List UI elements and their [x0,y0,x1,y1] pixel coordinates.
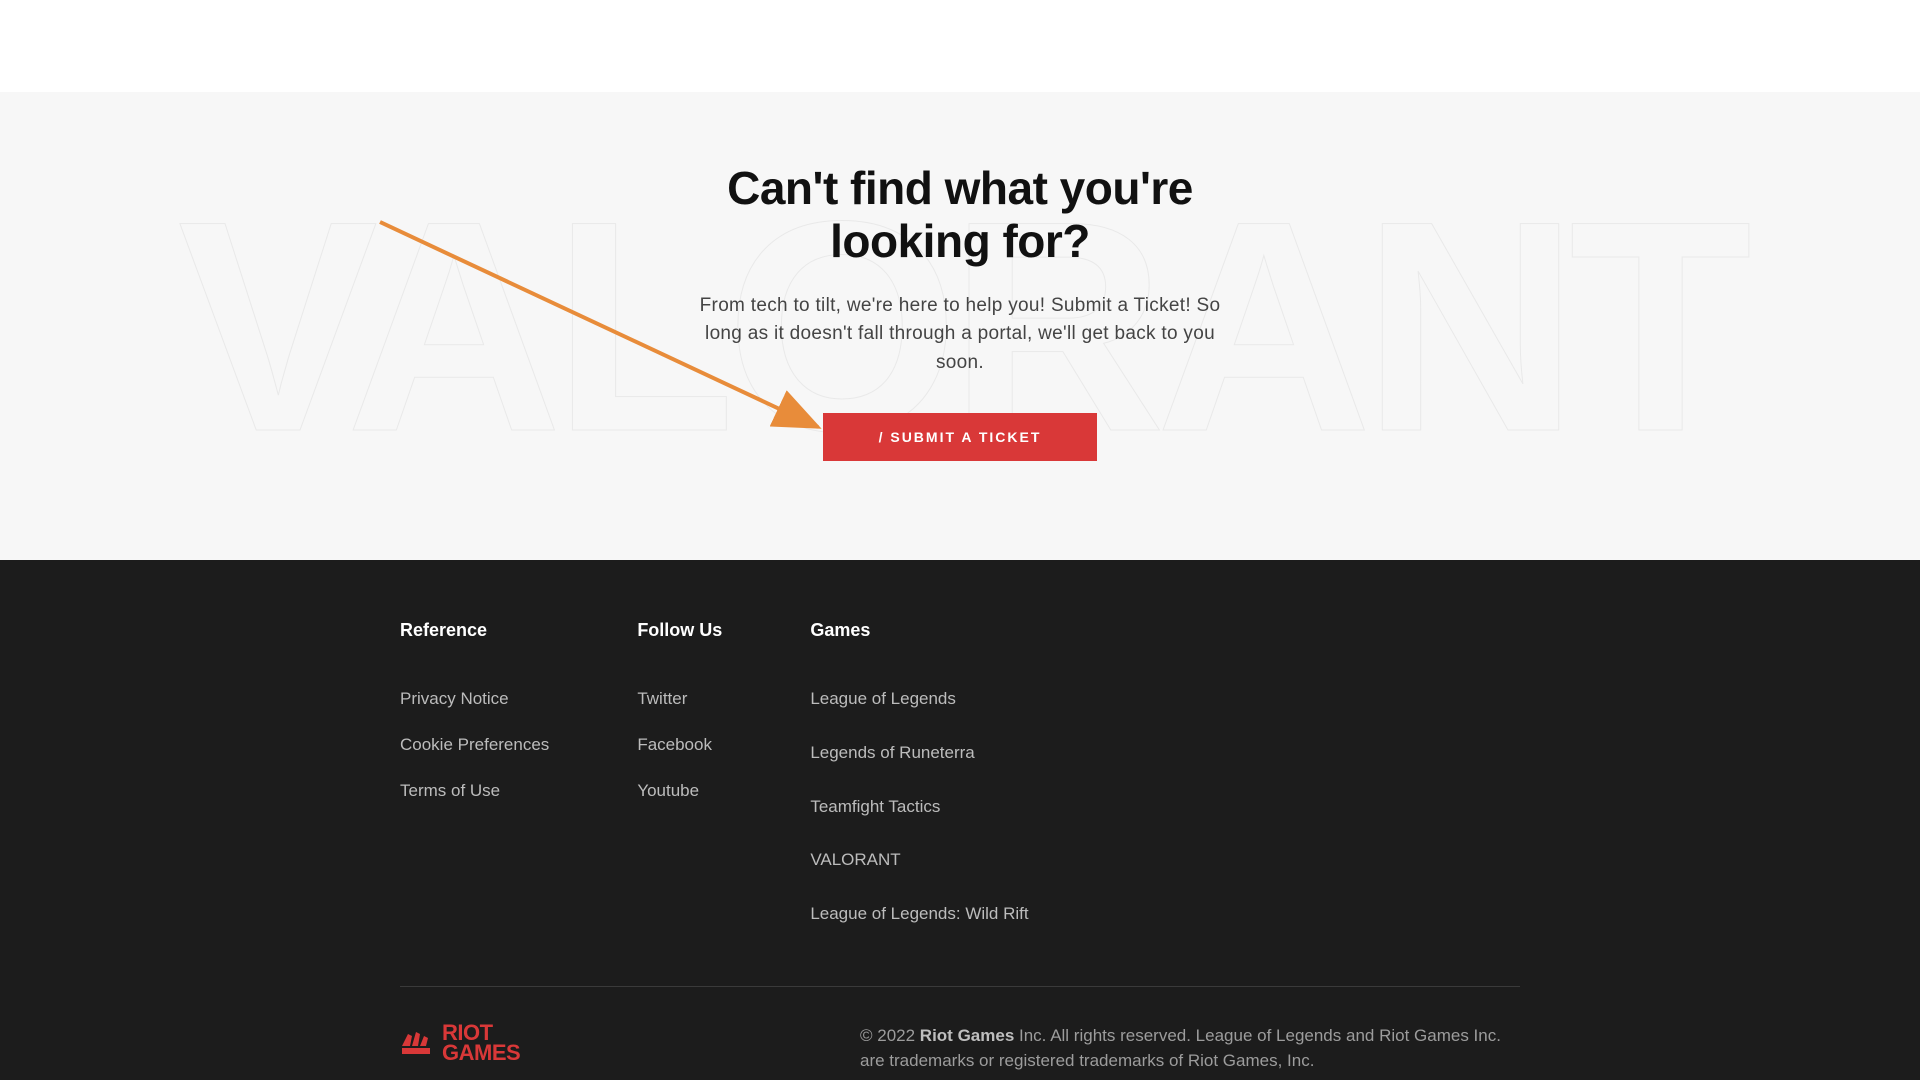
footer-col-title: Games [810,620,1028,641]
footer-link-cookie-preferences[interactable]: Cookie Preferences [400,733,549,757]
footer-link-facebook[interactable]: Facebook [637,733,722,757]
footer-bottom: RIOT GAMES © 2022 Riot Games Inc. All ri… [400,987,1520,1074]
riot-logo-line2: GAMES [442,1043,520,1063]
footer-link-youtube[interactable]: Youtube [637,779,722,803]
hero-title: Can't find what you're looking for? [690,162,1230,268]
submit-ticket-button[interactable]: / SUBMIT A TICKET [823,413,1098,461]
copyright-prefix: © 2022 [860,1026,920,1045]
hero-section: VALORANT Can't find what you're looking … [0,92,1920,560]
footer: Reference Privacy Notice Cookie Preferen… [0,560,1920,1080]
footer-link-wild-rift[interactable]: League of Legends: Wild Rift [810,902,1028,926]
copyright-brand: Riot Games [920,1026,1014,1045]
footer-col-reference: Reference Privacy Notice Cookie Preferen… [400,620,549,956]
footer-col-games: Games League of Legends Legends of Runet… [810,620,1028,956]
hero-subtitle: From tech to tilt, we're here to help yo… [680,292,1240,378]
footer-col-title: Reference [400,620,549,641]
top-whitespace [0,0,1920,92]
copyright-text: © 2022 Riot Games Inc. All rights reserv… [860,1023,1520,1074]
footer-col-title: Follow Us [637,620,722,641]
riot-fist-icon [400,1028,434,1058]
footer-col-follow-us: Follow Us Twitter Facebook Youtube [637,620,722,956]
footer-link-legends-of-runeterra[interactable]: Legends of Runeterra [810,741,1028,765]
riot-games-logo[interactable]: RIOT GAMES [400,1023,520,1063]
footer-link-privacy-notice[interactable]: Privacy Notice [400,687,549,711]
footer-columns: Reference Privacy Notice Cookie Preferen… [400,620,1520,956]
footer-link-valorant[interactable]: VALORANT [810,848,1028,872]
footer-link-terms-of-use[interactable]: Terms of Use [400,779,549,803]
footer-link-teamfight-tactics[interactable]: Teamfight Tactics [810,795,1028,819]
riot-logo-text: RIOT GAMES [442,1023,520,1063]
footer-link-league-of-legends[interactable]: League of Legends [810,687,1028,711]
footer-link-twitter[interactable]: Twitter [637,687,722,711]
